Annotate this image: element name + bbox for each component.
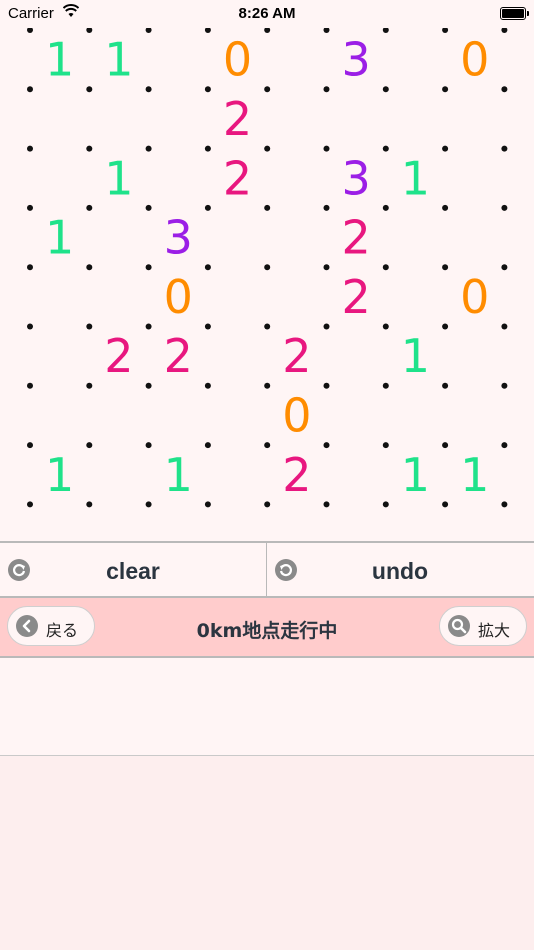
grid-cell[interactable]	[386, 267, 445, 326]
grid-cell[interactable]	[267, 89, 326, 148]
grid-cell[interactable]	[386, 30, 445, 89]
clue-number: 2	[104, 329, 133, 383]
grid-cell[interactable]	[386, 386, 445, 445]
grid-cell[interactable]	[445, 89, 504, 148]
clue-number: 2	[164, 329, 193, 383]
grid-cell[interactable]	[89, 267, 148, 326]
grid-cell[interactable]	[30, 89, 89, 148]
status-time: 8:26 AM	[238, 5, 296, 22]
grid-cell[interactable]	[327, 386, 386, 445]
clue-number: 1	[45, 211, 74, 265]
grid-cell[interactable]	[267, 149, 326, 208]
grid-cell[interactable]	[89, 445, 148, 504]
clue-number: 1	[104, 151, 133, 205]
zoom-label: 拡大	[478, 621, 511, 640]
clue-number: 2	[342, 270, 371, 324]
grid-cell[interactable]	[445, 327, 504, 386]
clue-number: 1	[401, 329, 430, 383]
status-bar: Carrier 8:26 AM	[0, 0, 534, 28]
grid-cell[interactable]	[149, 386, 208, 445]
clue-number: 0	[282, 388, 311, 442]
grid-cell[interactable]	[89, 208, 148, 267]
chevron-left-icon	[16, 615, 38, 637]
back-button[interactable]: 戻る	[7, 606, 95, 646]
clue-number: 1	[401, 448, 430, 502]
grid-cell[interactable]	[149, 89, 208, 148]
clue-number: 0	[460, 270, 489, 324]
clue-number: 3	[342, 151, 371, 205]
nav-bar: 戻る 0km地点走行中 拡大	[0, 598, 534, 658]
grid-cell[interactable]	[208, 445, 267, 504]
grid-cell[interactable]	[386, 89, 445, 148]
grid-cell[interactable]	[445, 386, 504, 445]
zoom-button[interactable]: 拡大	[439, 606, 527, 646]
page-title: 0km地点走行中	[196, 620, 338, 642]
grid-cell[interactable]	[386, 208, 445, 267]
puzzle-grid[interactable]: 1 1 0 3 021 2 3 11 3 20 2 02 2 2 101 1 2 1 1	[0, 28, 534, 541]
clear-button[interactable]: clear	[0, 543, 267, 596]
puzzle-board[interactable]: 11030212311320202221011211	[0, 28, 534, 541]
clear-label: clear	[106, 558, 160, 584]
battery-icon	[500, 7, 529, 20]
clue-number: 0	[223, 33, 252, 87]
grid-cell[interactable]	[30, 386, 89, 445]
clue-number: 3	[342, 33, 371, 87]
grid-cell[interactable]	[327, 327, 386, 386]
grid-cell[interactable]	[445, 149, 504, 208]
grid-cell[interactable]	[208, 386, 267, 445]
grid-cell[interactable]	[267, 208, 326, 267]
grid-cell[interactable]	[30, 149, 89, 208]
clue-number: 1	[45, 448, 74, 502]
grid-cell[interactable]	[208, 208, 267, 267]
clue-number: 2	[223, 92, 252, 146]
clue-number: 2	[223, 151, 252, 205]
clue-number: 1	[401, 151, 430, 205]
clue-number: 1	[104, 33, 133, 87]
clue-number: 1	[45, 33, 74, 87]
grid-cell[interactable]	[149, 30, 208, 89]
undo-label: undo	[371, 558, 429, 584]
clue-number: 3	[164, 211, 193, 265]
clue-number: 0	[460, 33, 489, 87]
grid-cell[interactable]	[267, 30, 326, 89]
back-label: 戻る	[46, 621, 79, 640]
grid-cell[interactable]	[267, 267, 326, 326]
grid-cell[interactable]	[89, 89, 148, 148]
grid-cell[interactable]	[30, 267, 89, 326]
clue-number: 1	[460, 448, 489, 502]
clue-number: 1	[164, 448, 193, 502]
action-bar: clear undo	[0, 541, 534, 598]
undo-button[interactable]: undo	[267, 543, 533, 596]
grid-cell[interactable]	[327, 445, 386, 504]
grid-cell[interactable]	[208, 267, 267, 326]
clue-number: 2	[282, 448, 311, 502]
grid-cell[interactable]	[208, 327, 267, 386]
search-icon	[448, 615, 470, 637]
grid-cell[interactable]	[149, 149, 208, 208]
grid-cell[interactable]	[89, 386, 148, 445]
grid-cell[interactable]	[445, 208, 504, 267]
clue-number: 2	[282, 329, 311, 383]
clue-number: 2	[342, 211, 371, 265]
info-panel	[0, 658, 534, 756]
clue-number: 0	[164, 270, 193, 324]
grid-cell[interactable]	[327, 89, 386, 148]
grid-cell[interactable]	[30, 327, 89, 386]
